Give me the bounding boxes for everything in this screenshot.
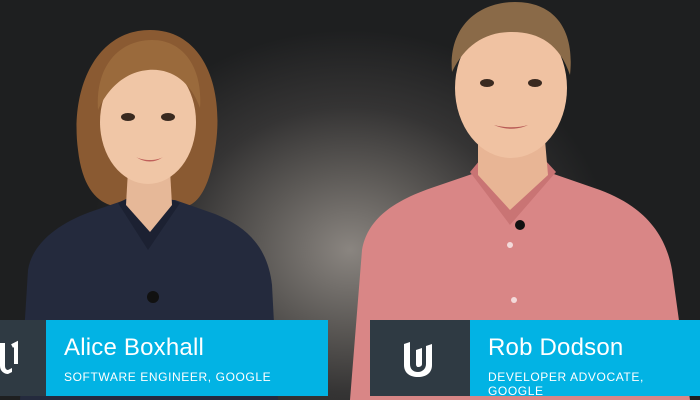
speaker-name: Alice Boxhall [64,334,205,361]
udacity-u-icon [0,340,18,374]
name-panel: Rob Dodson DEVELOPER ADVOCATE, GOOGLE [470,320,700,398]
lower-third-speaker-2: Rob Dodson DEVELOPER ADVOCATE, GOOGLE [370,320,700,398]
name-panel: Alice Boxhall SOFTWARE ENGINEER, GOOGLE [46,320,328,396]
lower-third-speaker-1: Alice Boxhall SOFTWARE ENGINEER, GOOGLE [0,320,328,396]
speaker-title: DEVELOPER ADVOCATE, GOOGLE [488,370,644,398]
speaker-name: Rob Dodson [488,334,624,361]
udacity-u-icon [404,342,432,377]
video-frame: Alice Boxhall SOFTWARE ENGINEER, GOOGLE … [0,0,700,400]
speaker-title: SOFTWARE ENGINEER, GOOGLE [64,370,272,384]
logo-panel [0,320,46,396]
logo-panel [370,320,470,396]
